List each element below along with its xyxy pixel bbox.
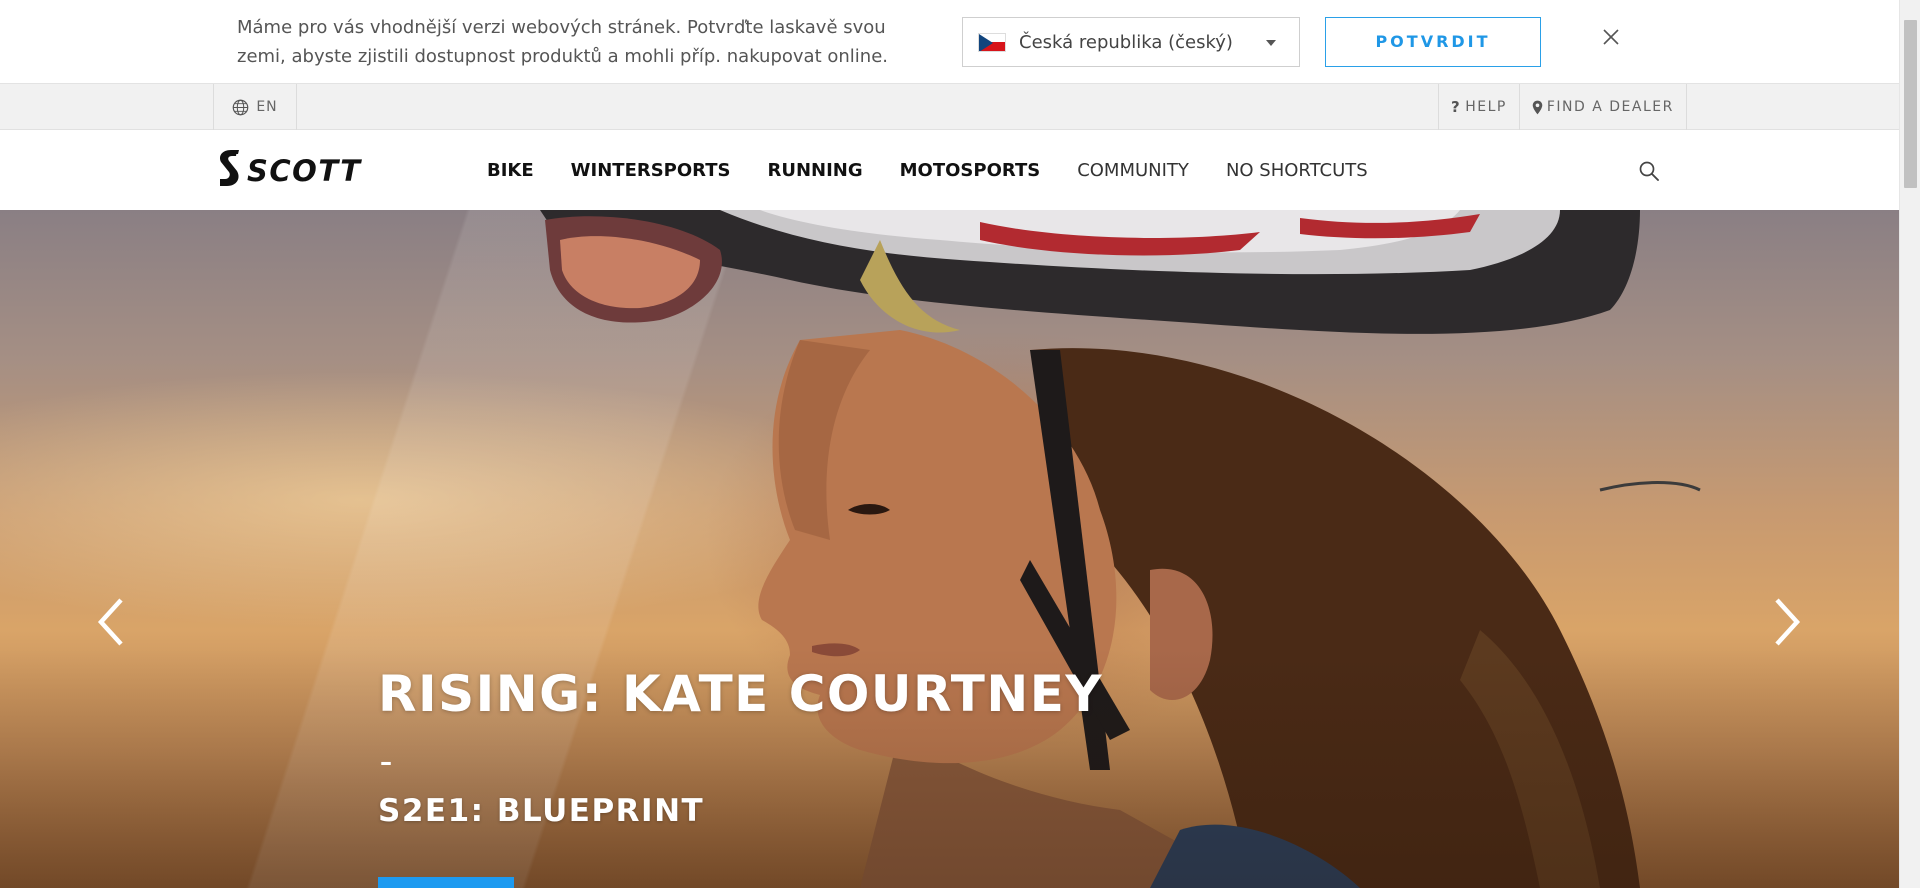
globe-icon	[233, 99, 249, 115]
nav-item-wintersports[interactable]: WINTERSPORTS	[571, 160, 731, 181]
close-icon[interactable]	[1600, 26, 1622, 48]
page-scrollbar[interactable]	[1899, 0, 1920, 888]
help-link[interactable]: ? HELP	[1439, 84, 1520, 130]
question-icon: ?	[1451, 98, 1462, 116]
scott-logo[interactable]: SCOTT	[217, 148, 407, 190]
find-dealer-link[interactable]: FIND A DEALER	[1520, 84, 1687, 130]
utility-bar: EN ? HELP FIND A DEALER	[0, 84, 1899, 130]
country-banner: Máme pro vás vhodnější verzi webových st…	[0, 0, 1899, 84]
logo-wordmark: SCOTT	[247, 154, 362, 188]
hero-cta-button[interactable]	[378, 877, 514, 888]
hero-carousel: RISING: KATE COURTNEY – S2E1: BLUEPRINT	[0, 210, 1899, 888]
carousel-next-arrow-icon[interactable]	[1772, 597, 1802, 647]
hero-dash: –	[380, 748, 392, 776]
carousel-prev-arrow-icon[interactable]	[96, 597, 126, 647]
country-select-value: Česká republika (český)	[1019, 31, 1233, 53]
banner-message: Máme pro vás vhodnější verzi webových st…	[237, 17, 888, 67]
country-select[interactable]: Česká republika (český)	[962, 17, 1300, 67]
nav-item-bike[interactable]: BIKE	[487, 160, 534, 181]
map-pin-icon	[1532, 100, 1543, 114]
caret-down-icon	[1266, 40, 1276, 46]
hero-title: RISING: KATE COURTNEY	[378, 665, 1104, 723]
utility-links: ? HELP FIND A DEALER	[1438, 84, 1687, 130]
language-switcher[interactable]: EN	[213, 84, 297, 130]
czech-flag-icon	[978, 32, 1006, 52]
find-dealer-label: FIND A DEALER	[1546, 99, 1674, 115]
nav-item-community[interactable]: COMMUNITY	[1077, 160, 1189, 181]
main-nav: SCOTT BIKE WINTERSPORTS RUNNING MOTOSPOR…	[0, 131, 1899, 210]
scrollbar-thumb[interactable]	[1904, 20, 1917, 188]
primary-nav: BIKE WINTERSPORTS RUNNING MOTOSPORTS COM…	[487, 131, 1405, 210]
search-icon[interactable]	[1638, 160, 1660, 182]
hero-subtitle: S2E1: BLUEPRINT	[378, 793, 705, 829]
help-label: HELP	[1465, 99, 1507, 115]
nav-item-motosports[interactable]: MOTOSPORTS	[900, 160, 1041, 181]
page: Máme pro vás vhodnější verzi webových st…	[0, 0, 1920, 888]
language-label: EN	[256, 99, 278, 115]
nav-item-no-shortcuts[interactable]: NO SHORTCUTS	[1226, 160, 1368, 181]
nav-item-running[interactable]: RUNNING	[767, 160, 862, 181]
confirm-country-button[interactable]: POTVRDIT	[1325, 17, 1541, 67]
